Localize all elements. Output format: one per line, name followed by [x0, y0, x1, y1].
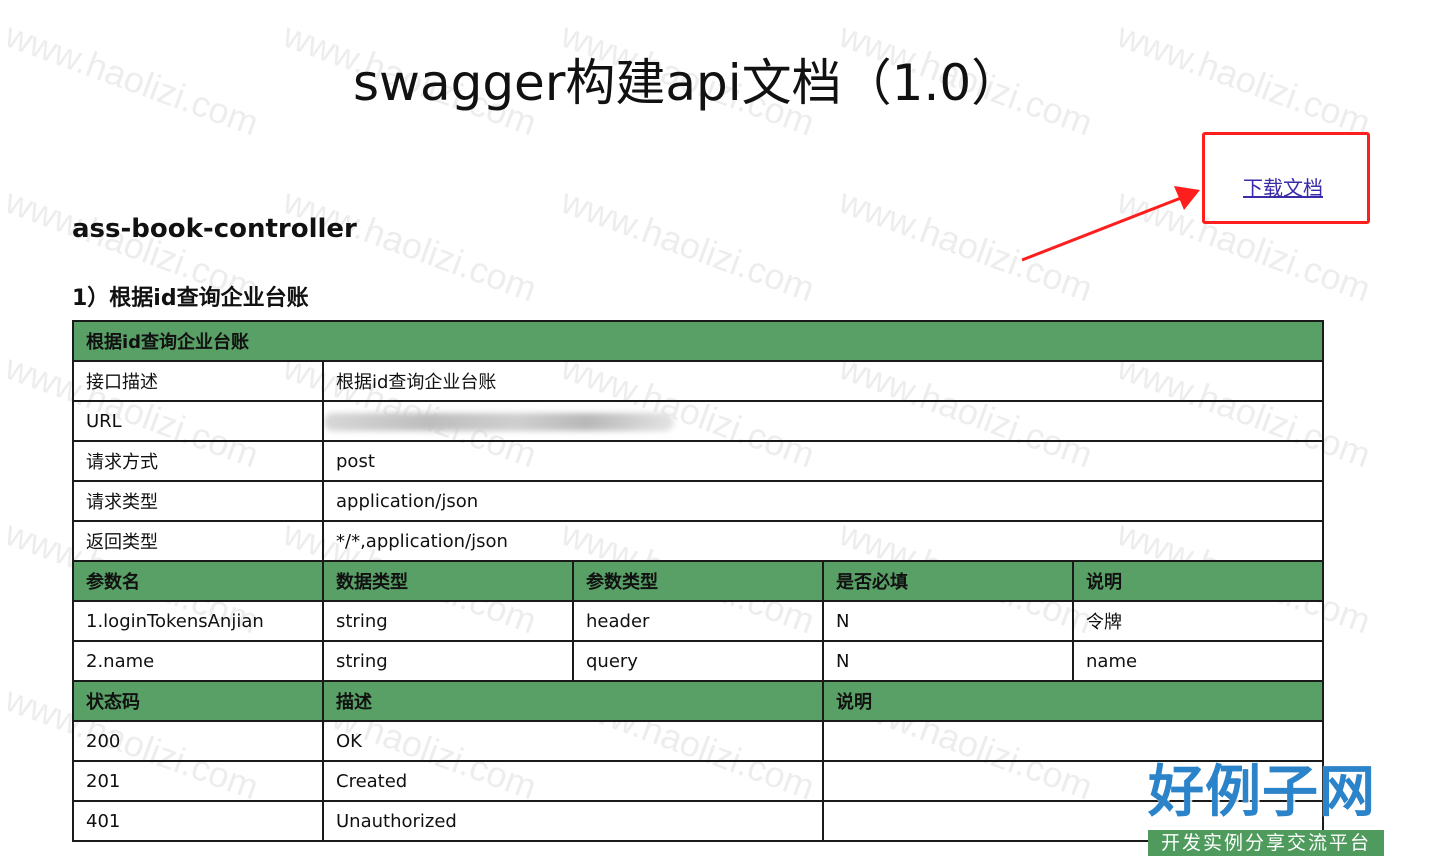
- param-cell: string: [322, 600, 574, 642]
- status-cell: Unauthorized: [322, 800, 824, 842]
- param-cell: N: [822, 640, 1074, 682]
- logo-main-text: 好例子网: [1148, 760, 1376, 825]
- info-label: 返回类型: [72, 520, 324, 562]
- info-row-description: 接口描述 根据id查询企业台账: [72, 360, 1324, 402]
- table-header-row: 根据id查询企业台账: [72, 320, 1324, 362]
- param-header-row: 参数名 数据类型 参数类型 是否必填 说明: [72, 560, 1324, 602]
- watermark-text: www.haolizi.com: [277, 180, 543, 310]
- param-header-cell: 参数类型: [572, 560, 824, 602]
- status-cell: 401: [72, 800, 324, 842]
- info-label: 接口描述: [72, 360, 324, 402]
- param-header-cell: 说明: [1072, 560, 1324, 602]
- download-doc-link[interactable]: 下载文档: [1243, 172, 1323, 201]
- param-cell: N: [822, 600, 1074, 642]
- status-row: 201 Created: [72, 760, 1324, 802]
- watermark-text: www.haolizi.com: [555, 180, 821, 310]
- api-table: 根据id查询企业台账 接口描述 根据id查询企业台账 URL 请求方式 post…: [72, 320, 1324, 842]
- status-cell: OK: [322, 720, 824, 762]
- param-cell: 2.name: [72, 640, 324, 682]
- status-cell: Created: [322, 760, 824, 802]
- info-value-url: [322, 400, 1324, 442]
- info-value: 根据id查询企业台账: [322, 360, 1324, 402]
- watermark-text: www.haolizi.com: [0, 14, 265, 144]
- info-label: URL: [72, 400, 324, 442]
- status-cell: 200: [72, 720, 324, 762]
- param-cell: string: [322, 640, 574, 682]
- status-cell: 201: [72, 760, 324, 802]
- param-cell: query: [572, 640, 824, 682]
- controller-title: ass-book-controller: [72, 214, 357, 244]
- table-header-cell: 根据id查询企业台账: [72, 320, 1324, 362]
- param-header-cell: 是否必填: [822, 560, 1074, 602]
- info-label: 请求方式: [72, 440, 324, 482]
- info-row-method: 请求方式 post: [72, 440, 1324, 482]
- info-value: application/json: [322, 480, 1324, 522]
- status-header-row: 状态码 描述 说明: [72, 680, 1324, 722]
- param-header-cell: 参数名: [72, 560, 324, 602]
- info-value: post: [322, 440, 1324, 482]
- page-title: swagger构建api文档（1.0）: [353, 54, 1022, 112]
- status-header-cell: 状态码: [72, 680, 324, 722]
- info-label: 请求类型: [72, 480, 324, 522]
- status-header-cell: 描述: [322, 680, 824, 722]
- param-row: 2.name string query N name: [72, 640, 1324, 682]
- param-cell: 1.loginTokensAnjian: [72, 600, 324, 642]
- param-cell: header: [572, 600, 824, 642]
- info-row-response-type: 返回类型 */*,application/json: [72, 520, 1324, 562]
- param-cell: 令牌: [1072, 600, 1324, 642]
- operation-title: 1）根据id查询企业台账: [72, 286, 309, 311]
- info-row-url: URL: [72, 400, 1324, 442]
- annotation-arrow: [1021, 186, 1200, 262]
- download-highlight-box: 下载文档: [1202, 132, 1370, 224]
- blurred-url: [325, 412, 674, 431]
- param-row: 1.loginTokensAnjian string header N 令牌: [72, 600, 1324, 642]
- status-cell: [822, 720, 1324, 762]
- info-value: */*,application/json: [322, 520, 1324, 562]
- watermark-text: www.haolizi.com: [1111, 14, 1377, 144]
- info-row-request-type: 请求类型 application/json: [72, 480, 1324, 522]
- param-header-cell: 数据类型: [322, 560, 574, 602]
- param-cell: name: [1072, 640, 1324, 682]
- status-row: 200 OK: [72, 720, 1324, 762]
- site-logo: 好例子网 开发实例分享交流平台: [1148, 760, 1384, 862]
- logo-sub-text: 开发实例分享交流平台: [1148, 830, 1384, 856]
- status-header-cell: 说明: [822, 680, 1324, 722]
- status-row: 401 Unauthorized: [72, 800, 1324, 842]
